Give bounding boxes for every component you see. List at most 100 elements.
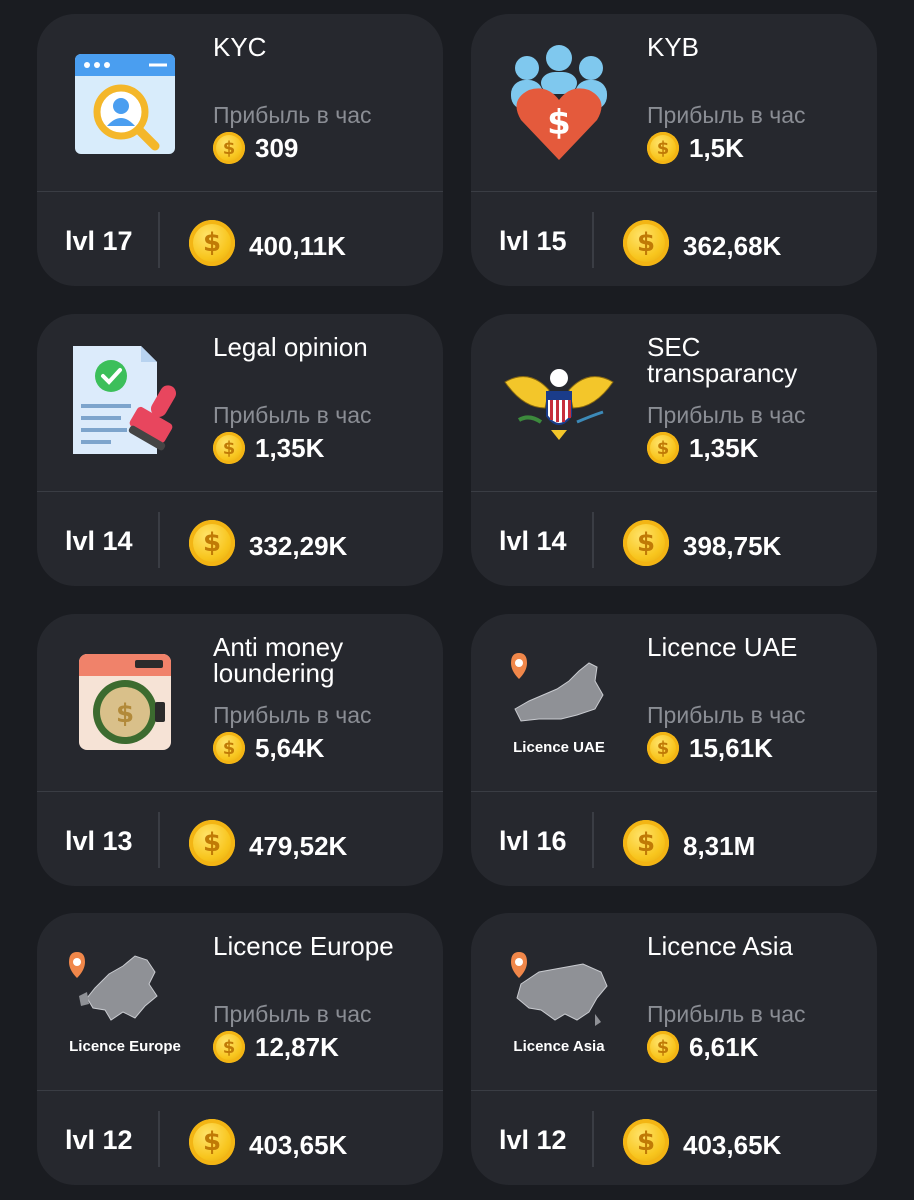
card-title: SEC transparancy [647, 332, 798, 388]
profit-per-hour: $ 1,5K [647, 132, 744, 164]
svg-text:$: $ [547, 103, 571, 143]
card-header: Legal opinion Прибыль в час $ 1,35K [37, 314, 443, 491]
upgrade-cost: $ 362,68K [623, 220, 782, 266]
card-footer: lvl 12 $ 403,65K [471, 1091, 877, 1185]
upgrade-cost: $ 403,65K [623, 1119, 782, 1165]
map-caption: Licence Asia [513, 1037, 605, 1055]
coin-icon: $ [647, 432, 679, 464]
card-header: SEC transparancy Прибыль в час $ 1,35K [471, 314, 877, 491]
card-footer: lvl 14 $ 332,29K [37, 492, 443, 586]
upgrade-card-sec-transparancy[interactable]: SEC transparancy Прибыль в час $ 1,35K l… [471, 314, 877, 586]
profit-per-hour: $ 1,35K [213, 432, 324, 464]
profit-value: 5,64K [255, 732, 325, 763]
legal-document-stamp-icon [65, 342, 185, 462]
upgrade-card-kyb[interactable]: $ KYB Прибыль в час $ 1,5K lvl 15 $ 362,… [471, 14, 877, 286]
level-label: lvl 14 [499, 526, 567, 556]
svg-text:$: $ [116, 699, 134, 729]
card-title: Licence Europe [213, 931, 394, 961]
card-footer: lvl 17 $ 400,11K [37, 192, 443, 286]
coin-icon: $ [647, 732, 679, 764]
level-label: lvl 17 [65, 226, 133, 256]
profit-per-hour: $ 1,35K [647, 432, 758, 464]
card-title: Licence Asia [647, 931, 793, 961]
upgrade-card-licence-europe[interactable]: Licence Europe Licence Europe Прибыль в … [37, 913, 443, 1185]
upgrade-card-anti-money-loundering[interactable]: $ Anti money loundering Прибыль в час $ … [37, 614, 443, 886]
coin-icon: $ [647, 132, 679, 164]
profit-value: 6,61K [689, 1031, 759, 1062]
profit-per-hour: $ 15,61K [647, 732, 773, 764]
profit-per-hour-label: Прибыль в час [213, 102, 372, 128]
level-label: lvl 15 [499, 226, 567, 256]
washing-machine-icon: $ [65, 642, 185, 762]
coin-icon: $ [189, 520, 235, 566]
level-label: lvl 14 [65, 526, 133, 556]
profit-value: 309 [255, 132, 299, 163]
profit-per-hour-label: Прибыль в час [647, 102, 806, 128]
card-footer: lvl 16 $ 8,31M [471, 792, 877, 886]
cost-value: 403,65K [683, 1129, 782, 1160]
coin-icon: $ [213, 432, 245, 464]
profit-per-hour-label: Прибыль в час [213, 1001, 372, 1027]
card-title: Legal opinion [213, 332, 368, 362]
card-title: KYC [213, 32, 267, 62]
uae-map-icon: Licence UAE [499, 642, 619, 762]
upgrade-cost: $ 8,31M [623, 820, 756, 866]
card-footer: lvl 14 $ 398,75K [471, 492, 877, 586]
level-label: lvl 12 [65, 1125, 133, 1155]
profit-per-hour-label: Прибыль в час [647, 402, 806, 428]
asia-map-icon: Licence Asia [499, 941, 619, 1061]
card-header: Licence Europe Licence Europe Прибыль в … [37, 913, 443, 1090]
cost-value: 479,52K [249, 830, 348, 861]
card-footer: lvl 12 $ 403,65K [37, 1091, 443, 1185]
upgrade-cost: $ 403,65K [189, 1119, 348, 1165]
profit-value: 15,61K [689, 732, 773, 763]
coin-icon: $ [623, 820, 669, 866]
profit-per-hour: $ 309 [213, 132, 298, 164]
upgrade-cards-grid: KYC Прибыль в час $ 309 lvl 17 $ 400,11K [0, 0, 914, 1200]
profit-per-hour-label: Прибыль в час [213, 402, 372, 428]
upgrade-card-licence-uae[interactable]: Licence UAE Licence UAE Прибыль в час $ … [471, 614, 877, 886]
cost-value: 398,75K [683, 530, 782, 561]
card-header: $ Anti money loundering Прибыль в час $ … [37, 614, 443, 791]
divider [592, 1111, 594, 1167]
coin-icon: $ [623, 1119, 669, 1165]
coin-icon: $ [189, 220, 235, 266]
card-footer: lvl 15 $ 362,68K [471, 192, 877, 286]
coin-icon: $ [189, 820, 235, 866]
profit-value: 1,5K [689, 132, 744, 163]
upgrade-cost: $ 479,52K [189, 820, 348, 866]
card-title: KYB [647, 32, 700, 62]
card-footer: lvl 13 $ 479,52K [37, 792, 443, 886]
map-caption: Licence Europe [69, 1037, 181, 1055]
cost-value: 362,68K [683, 230, 782, 261]
upgrade-card-kyc[interactable]: KYC Прибыль в час $ 309 lvl 17 $ 400,11K [37, 14, 443, 286]
card-title: Anti money loundering [213, 632, 344, 688]
upgrade-card-licence-asia[interactable]: Licence Asia Licence Asia Прибыль в час … [471, 913, 877, 1185]
coin-icon: $ [189, 1119, 235, 1165]
divider [158, 1111, 160, 1167]
divider [592, 812, 594, 868]
profit-per-hour-label: Прибыль в час [647, 702, 806, 728]
divider [592, 512, 594, 568]
upgrade-cost: $ 398,75K [623, 520, 782, 566]
cost-value: 8,31M [683, 830, 756, 861]
coin-icon: $ [647, 1031, 679, 1063]
profit-value: 1,35K [689, 432, 759, 463]
cost-value: 403,65K [249, 1129, 348, 1160]
card-title: Licence UAE [647, 632, 798, 662]
level-label: lvl 13 [65, 826, 133, 856]
profit-per-hour: $ 6,61K [647, 1031, 758, 1063]
coin-icon: $ [623, 220, 669, 266]
eagle-seal-icon [499, 342, 619, 462]
europe-map-icon: Licence Europe [65, 941, 185, 1061]
profit-per-hour-label: Прибыль в час [213, 702, 372, 728]
divider [158, 512, 160, 568]
profit-per-hour: $ 12,87K [213, 1031, 339, 1063]
upgrade-cost: $ 332,29K [189, 520, 347, 566]
level-label: lvl 12 [499, 1125, 567, 1155]
card-header: Licence Asia Licence Asia Прибыль в час … [471, 913, 877, 1090]
coin-icon: $ [213, 732, 245, 764]
kyb-heart-icon: $ [499, 42, 619, 162]
divider [592, 212, 594, 268]
upgrade-card-legal-opinion[interactable]: Legal opinion Прибыль в час $ 1,35K lvl … [37, 314, 443, 586]
